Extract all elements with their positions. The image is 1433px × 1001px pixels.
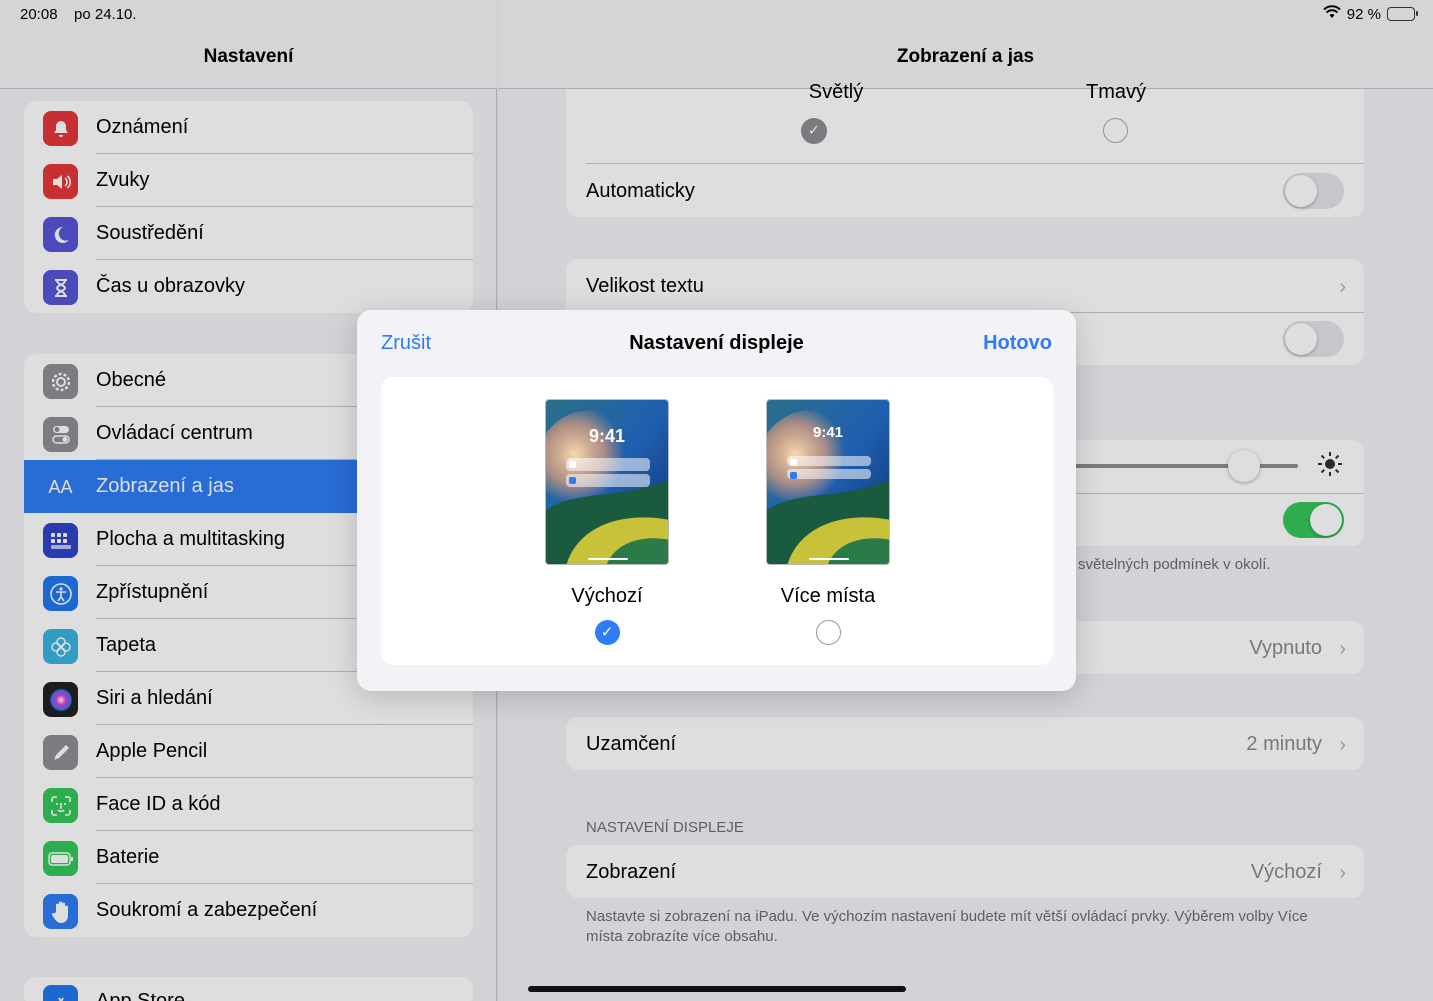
preview-notification bbox=[787, 456, 871, 466]
option-more-space[interactable]: 9:41 Více místa bbox=[766, 399, 890, 645]
modal-title: Nastavení displeje bbox=[629, 332, 804, 354]
option-default-label: Výchozí bbox=[571, 585, 643, 607]
wifi-icon bbox=[1323, 5, 1341, 23]
home-indicator[interactable] bbox=[528, 986, 906, 992]
option-default-radio[interactable]: ✓ bbox=[594, 620, 620, 645]
more-space-preview-image: 9:41 bbox=[766, 399, 890, 565]
preview-notification bbox=[566, 474, 650, 487]
option-more-space-radio[interactable] bbox=[815, 620, 841, 645]
preview-notification bbox=[566, 458, 650, 471]
battery-percent: 92 % bbox=[1346, 5, 1381, 23]
default-preview-image: 9:41 bbox=[545, 399, 669, 565]
battery-icon bbox=[1387, 7, 1418, 21]
status-right: 92 % bbox=[1323, 5, 1418, 23]
status-time: 20:08 bbox=[20, 6, 58, 23]
preview-clock: 9:41 bbox=[812, 424, 844, 441]
zoom-options-card: 9:41 Výchozí ✓ 9:41 Více místa bbox=[381, 377, 1053, 665]
done-button[interactable]: Hotovo bbox=[983, 332, 1052, 355]
status-date: po 24.10. bbox=[74, 6, 137, 23]
option-more-space-label: Více místa bbox=[780, 585, 876, 607]
preview-notification bbox=[787, 469, 871, 479]
status-bar: 20:08 po 24.10. 92 % bbox=[0, 0, 1433, 28]
preview-clock: 9:41 bbox=[588, 426, 626, 446]
option-default[interactable]: 9:41 Výchozí ✓ bbox=[545, 399, 669, 645]
display-zoom-modal: Zrušit Nastavení displeje Hotovo 9:41 Vý… bbox=[357, 310, 1076, 691]
